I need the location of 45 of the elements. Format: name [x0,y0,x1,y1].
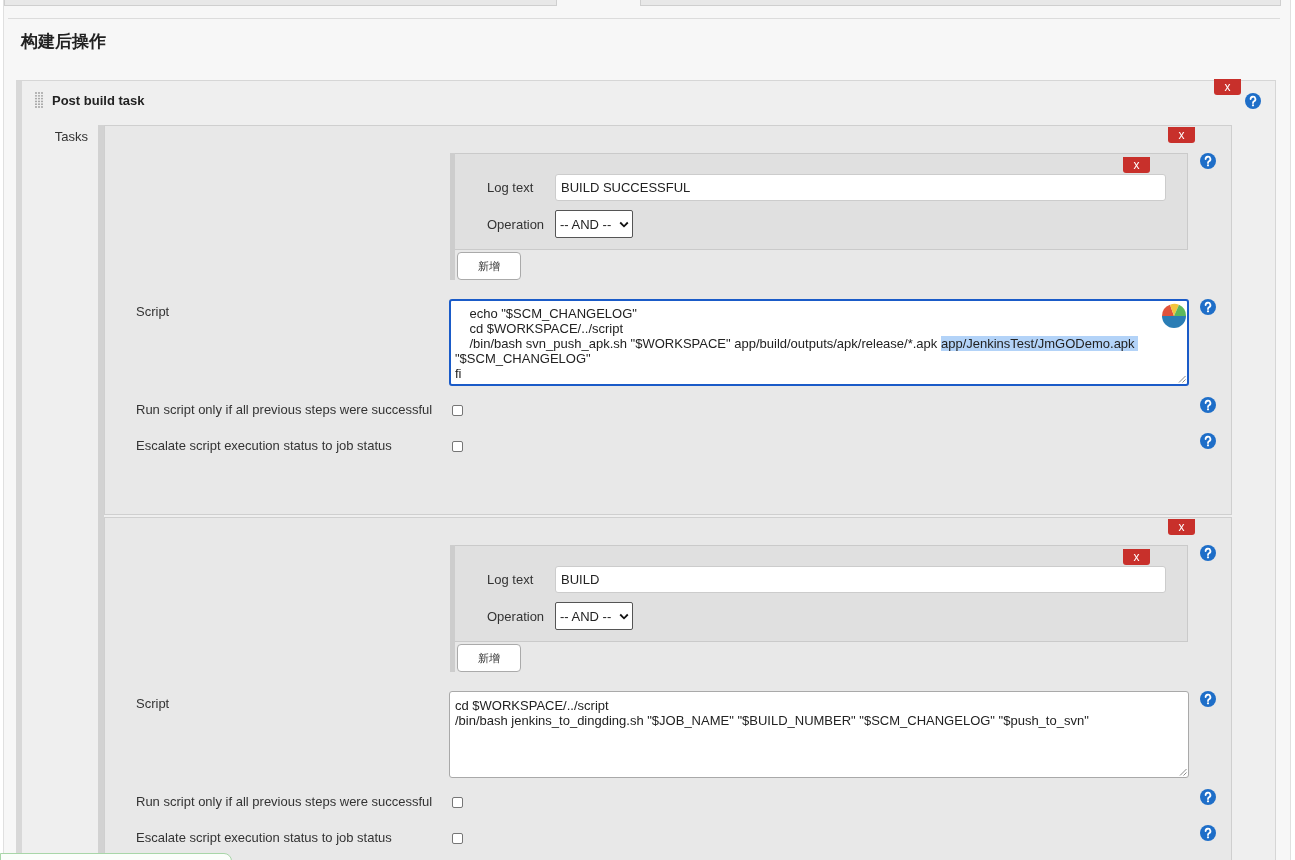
help-icon[interactable] [1200,153,1216,169]
script-textarea[interactable]: echo "$SCM_CHANGELOG" cd $WORKSPACE/../script /bin/bash svn_push_apk.sh "$WORKSPACE" app/build/outputs/apk/release/*.apk app/JenkinsTest/JmGODemo.apk "$SCM_CHANGELOG" fi [449,299,1189,386]
resize-grip-icon[interactable] [1178,375,1186,383]
operation-select[interactable]: -- AND -- [555,210,633,238]
round-badge-icon[interactable] [1161,303,1187,329]
help-icon[interactable] [1200,789,1216,805]
delete-button[interactable]: x [1123,157,1150,173]
chevron-down-icon [619,220,629,228]
help-icon[interactable] [1200,825,1216,841]
option-label: Run script only if all previous steps were successful [135,793,434,809]
field-label: Log text [486,572,535,587]
help-icon[interactable] [1200,299,1216,315]
option-label: Escalate script execution status to job status [135,829,393,845]
help-icon[interactable] [1200,545,1216,561]
field-label: Operation [486,216,546,232]
checkbox[interactable] [452,797,463,808]
checkbox[interactable] [452,833,463,844]
help-icon[interactable] [1200,397,1216,413]
field-label: Operation [486,608,546,624]
help-icon[interactable] [1245,93,1261,109]
section-heading: 构建后操作 [21,32,106,52]
delete-button[interactable]: x [1168,127,1195,143]
log-text-input[interactable]: BUILD SUCCESSFUL [555,174,1166,201]
add-button[interactable]: 新增 [457,644,521,672]
delete-button[interactable]: x [1168,519,1195,535]
field-label: Log text [486,180,535,195]
help-icon[interactable] [1200,691,1216,707]
script-textarea[interactable]: cd $WORKSPACE/../script /bin/bash jenkins_to_dingding.sh "$JOB_NAME" "$BUILD_NUMBER" "$SCM_CHANGELOG" "$push_to_svn" [449,691,1189,778]
panel-title: Post build task [52,92,145,108]
log-text-input[interactable]: BUILD [555,566,1166,593]
chevron-down-icon [619,612,629,620]
resize-grip-icon[interactable] [1179,768,1187,776]
drag-handle-icon[interactable] [35,92,43,108]
add-button[interactable]: 新增 [457,252,521,280]
script-label: Script [135,303,171,319]
script-label: Script [135,695,171,711]
help-icon[interactable] [1200,433,1216,449]
option-label: Run script only if all previous steps were successful [135,401,434,417]
checkbox[interactable] [452,441,463,452]
delete-button[interactable]: x [1214,79,1241,95]
checkbox[interactable] [452,405,463,416]
delete-button[interactable]: x [1123,549,1150,565]
option-label: Escalate script execution status to job status [135,437,393,453]
tasks-label: Tasks [53,128,89,144]
operation-select[interactable]: -- AND -- [555,602,633,630]
